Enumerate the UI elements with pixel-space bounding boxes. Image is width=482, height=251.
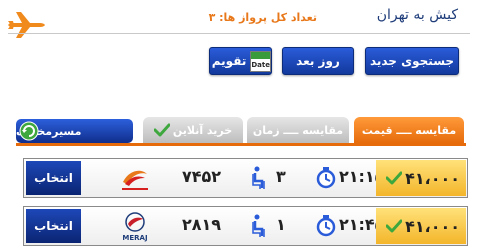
flight-row: انتخاب MERAJ ۲۸۱۹ ۱ ۲۱:۴۵ ۴۱،۰۰۰ — [23, 206, 468, 246]
select-button[interactable]: انتخاب — [26, 161, 81, 195]
refresh-icon — [19, 121, 39, 141]
flight-number: ۲۸۱۹ — [182, 215, 222, 234]
price-box: ۴۱،۰۰۰ — [376, 208, 466, 244]
meraj-airlines-logo: MERAJ — [122, 212, 148, 242]
calendar-icon: Date — [250, 50, 271, 72]
next-day-label: روز بعد — [296, 54, 340, 68]
tab-compare-price[interactable]: مقایسه ــــ قیمت — [354, 117, 464, 143]
tab-compare-time-label: مقایسه ــــ زمان — [252, 123, 344, 137]
kish-airlines-logo — [122, 170, 148, 190]
calendar-button[interactable]: Date تقویم — [209, 47, 272, 75]
route-title: کیش به تهران — [376, 7, 458, 23]
opposite-route-button[interactable]: مسیرمخالف — [16, 119, 133, 143]
new-search-label: جستجوی جدید — [369, 54, 455, 68]
flight-row: انتخاب ۷۴۵۲ ۳ ۲۱:۱۵ ۴۱،۰۰۰ — [23, 158, 468, 198]
available-seats: ۱ — [276, 215, 286, 234]
next-day-button[interactable]: روز بعد — [282, 47, 354, 75]
check-icon — [386, 171, 403, 185]
available-seats: ۳ — [276, 167, 286, 186]
clock-icon — [316, 215, 336, 237]
calendar-label: تقویم — [211, 54, 247, 68]
tab-online-purchase[interactable]: خرید آنلاین — [143, 117, 243, 143]
header-divider — [8, 33, 470, 34]
svg-text:MERAJ: MERAJ — [122, 234, 147, 242]
seat-icon — [252, 166, 265, 189]
price-box: ۴۱،۰۰۰ — [376, 160, 466, 196]
check-icon — [386, 219, 403, 233]
seat-icon — [252, 214, 265, 237]
airplane-icon — [8, 12, 45, 38]
ticket-price: ۴۱،۰۰۰ — [405, 216, 460, 236]
tab-compare-price-label: مقایسه ــــ قیمت — [361, 123, 457, 137]
select-button[interactable]: انتخاب — [26, 209, 81, 243]
clock-icon — [316, 167, 336, 189]
tab-online-purchase-label: خرید آنلاین — [172, 123, 233, 137]
flights-count: تعداد کل پرواز ها: ۳ — [208, 11, 317, 24]
ticket-price: ۴۱،۰۰۰ — [405, 168, 460, 188]
check-icon — [153, 123, 170, 137]
select-label: انتخاب — [34, 219, 73, 233]
flight-number: ۷۴۵۲ — [182, 167, 222, 186]
select-label: انتخاب — [34, 171, 73, 185]
new-search-button[interactable]: جستجوی جدید — [365, 47, 459, 75]
tab-compare-time[interactable]: مقایسه ــــ زمان — [247, 117, 349, 143]
tabs-underline — [16, 143, 466, 146]
